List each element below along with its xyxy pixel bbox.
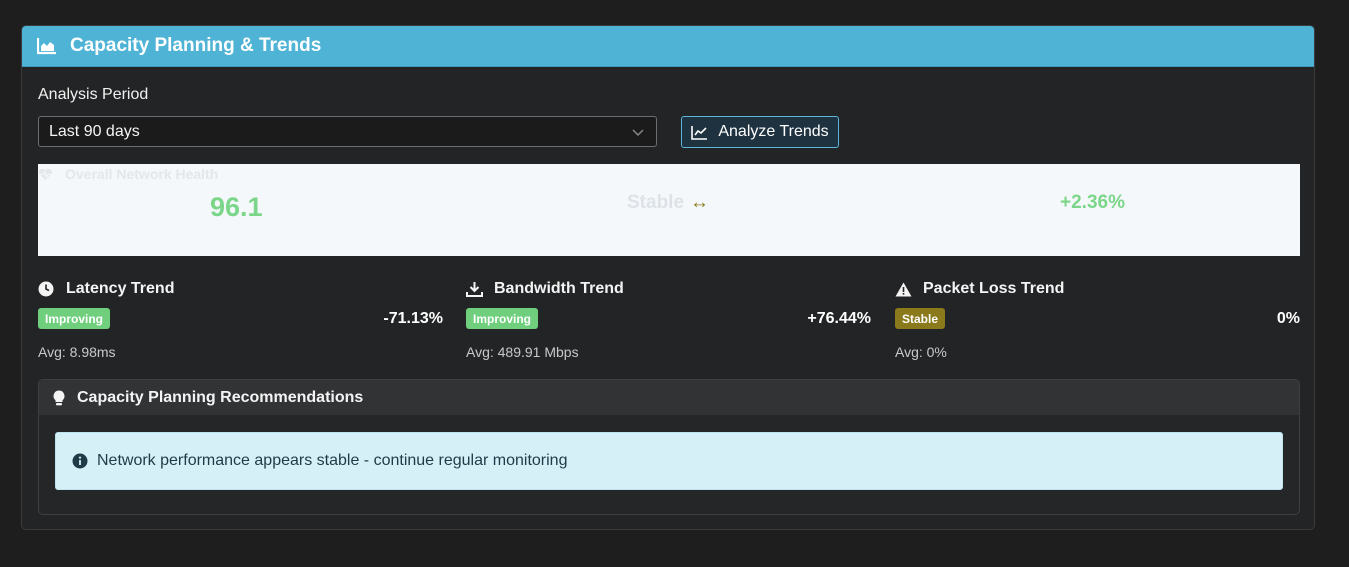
latency-trend-title: Latency Trend	[66, 280, 175, 297]
analyze-trends-button[interactable]: Analyze Trends	[681, 116, 839, 148]
bandwidth-status-badge: Improving	[466, 308, 539, 329]
health-status: Stable ↔	[627, 192, 709, 214]
recommendations-title: Capacity Planning Recommendations	[77, 388, 364, 406]
packet-loss-trend-title: Packet Loss Trend	[923, 280, 1065, 297]
heart-pulse-icon	[38, 168, 53, 181]
clock-icon	[38, 281, 56, 297]
analysis-period-select[interactable]: Last 90 days	[38, 116, 657, 147]
capacity-card: Capacity Planning & Trends Analysis Peri…	[21, 25, 1315, 530]
download-icon	[466, 281, 484, 297]
warning-icon	[895, 282, 913, 297]
packet-loss-average: Avg: 0%	[895, 344, 947, 360]
card-title: Capacity Planning & Trends	[70, 35, 322, 56]
recommendation-message: Network performance appears stable - con…	[97, 452, 568, 469]
recommendation-alert: Network performance appears stable - con…	[55, 432, 1283, 490]
left-right-arrow-icon: ↔	[690, 192, 710, 213]
latency-trend: Latency Trend Improving -71.13% Avg: 8.9…	[38, 280, 443, 360]
packet-loss-status-badge: Stable	[895, 308, 946, 329]
packet-loss-trend-header: Packet Loss Trend	[895, 280, 1300, 298]
bandwidth-percent: +76.44%	[807, 310, 871, 327]
latency-percent: -71.13%	[383, 310, 443, 327]
recommendations-panel: Capacity Planning Recommendations Networ…	[38, 379, 1300, 515]
chevron-down-icon	[632, 125, 644, 143]
info-icon	[72, 453, 88, 469]
analysis-period-value: Last 90 days	[49, 122, 140, 140]
health-score: 96.1	[210, 192, 263, 222]
analyze-trends-label: Analyze Trends	[718, 123, 829, 140]
bandwidth-trend: Bandwidth Trend Improving +76.44% Avg: 4…	[466, 280, 871, 360]
bandwidth-average: Avg: 489.91 Mbps	[466, 344, 579, 360]
network-health-text: Overall Network Health	[65, 166, 219, 182]
card-header: Capacity Planning & Trends	[22, 26, 1314, 67]
latency-status-badge: Improving	[38, 308, 111, 329]
analysis-period-label: Analysis Period	[38, 86, 149, 103]
bandwidth-trend-title: Bandwidth Trend	[494, 280, 624, 297]
health-status-text: Stable	[627, 192, 685, 213]
lightbulb-icon	[53, 390, 65, 406]
network-health-label: Overall Network Health	[38, 166, 218, 182]
latency-average: Avg: 8.98ms	[38, 344, 116, 360]
network-health-panel: Overall Network Health 96.1 Stable ↔ +2.…	[38, 164, 1300, 256]
latency-trend-header: Latency Trend	[38, 280, 443, 298]
packet-loss-percent: 0%	[1276, 310, 1300, 327]
packet-loss-trend: Packet Loss Trend Stable 0% Avg: 0%	[895, 280, 1300, 360]
bandwidth-trend-header: Bandwidth Trend	[466, 280, 871, 298]
health-change: +2.36%	[1060, 192, 1125, 213]
line-chart-icon	[691, 125, 708, 140]
recommendations-header: Capacity Planning Recommendations	[39, 380, 1299, 415]
area-chart-icon	[37, 36, 57, 56]
